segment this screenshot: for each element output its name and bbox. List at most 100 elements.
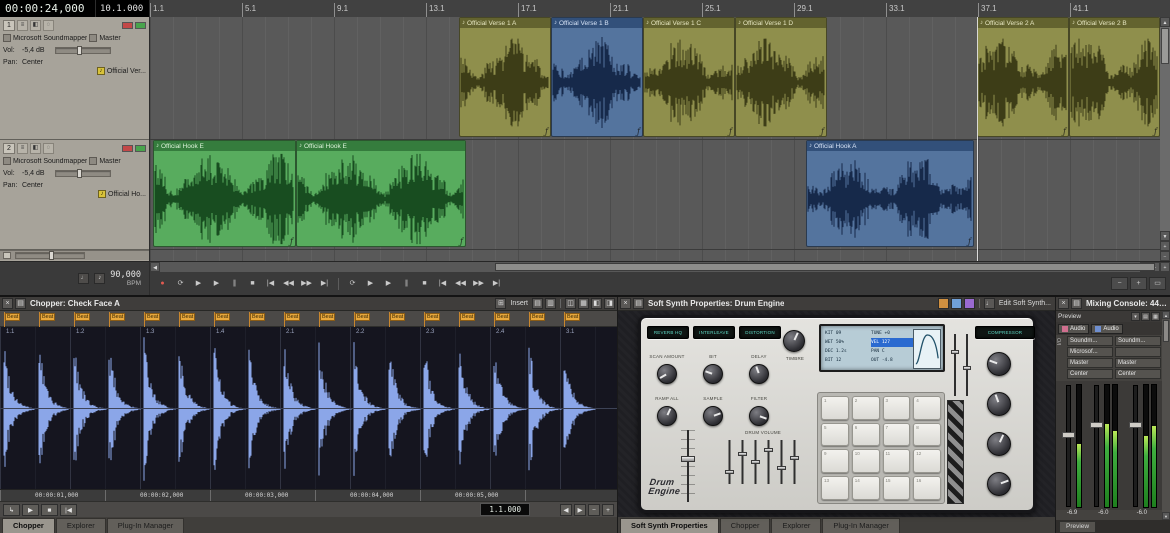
- track-envelope-icon[interactable]: ◌: [43, 20, 54, 31]
- vol-slider[interactable]: [55, 47, 111, 54]
- mixer-scroll-thumb[interactable]: [1163, 320, 1169, 342]
- track-zoom-out-icon[interactable]: −: [1160, 251, 1170, 261]
- ruler-mark[interactable]: 29.1: [794, 3, 813, 17]
- drum-volume-fader[interactable]: [725, 440, 734, 484]
- metronome-icon[interactable]: ♩: [78, 273, 89, 284]
- chopper-scroll-left-icon[interactable]: ◀: [560, 504, 572, 516]
- master-volume-fader[interactable]: [681, 430, 695, 502]
- play-button[interactable]: ▶: [208, 276, 225, 292]
- beat-marker-flag[interactable]: Beat: [39, 312, 40, 327]
- vertical-scroll-thumb[interactable]: [1161, 28, 1169, 64]
- pan-control[interactable]: Center: [1067, 369, 1113, 379]
- play-button[interactable]: ▶: [380, 276, 397, 292]
- track-zoom-in-icon[interactable]: +: [1160, 241, 1170, 251]
- compressor-knob[interactable]: [987, 352, 1011, 376]
- chopper-zoom-out-icon[interactable]: −: [588, 504, 600, 516]
- sample-knob[interactable]: [703, 406, 723, 426]
- beat-marker-flag[interactable]: Beat: [214, 312, 215, 327]
- drum-pad-9[interactable]: 9: [821, 449, 849, 473]
- track-paint-icon[interactable]: ◧: [30, 20, 41, 31]
- mixer-scrollbar[interactable]: ▲ ▼: [1162, 311, 1170, 520]
- channel-fader[interactable]: [1094, 385, 1099, 507]
- track-header[interactable]: 2 ≡ ◧ ◌ Microsoft Soundmapper Master: [0, 140, 149, 250]
- reverb-hq-button[interactable]: REVERB HQ: [647, 326, 689, 339]
- tab-chopper[interactable]: Chopper: [2, 518, 55, 533]
- drum-pad-13[interactable]: 13: [821, 476, 849, 500]
- track-options-button[interactable]: [3, 252, 11, 259]
- ruler-mark[interactable]: 33.1: [886, 3, 905, 17]
- ruler-mark[interactable]: 25.1: [702, 3, 721, 17]
- mute-button[interactable]: [122, 145, 133, 152]
- beat-marker-flag[interactable]: Beat: [284, 312, 285, 327]
- drum-pad-16[interactable]: 16: [913, 476, 941, 500]
- preview-fader[interactable]: [1066, 385, 1071, 507]
- scroll-left-icon[interactable]: ◀: [150, 262, 160, 272]
- drum-pad-10[interactable]: 10: [852, 449, 880, 473]
- compressor-knob[interactable]: [987, 472, 1011, 496]
- solo-icon[interactable]: [951, 298, 962, 309]
- bus-select[interactable]: Master: [99, 158, 120, 165]
- beat-marker-flag[interactable]: Beat: [494, 312, 495, 327]
- double-selection-icon[interactable]: ▦: [578, 298, 589, 309]
- freeze-icon[interactable]: [938, 298, 949, 309]
- filter-knob[interactable]: [749, 406, 769, 426]
- horizontal-scrollbar[interactable]: ◀ ▶ − +: [150, 262, 1170, 272]
- preview-strip-label[interactable]: Preview: [1059, 521, 1096, 533]
- bit-knob[interactable]: [703, 364, 723, 384]
- beat-marker-flag[interactable]: Beat: [144, 312, 145, 327]
- ruler-mark[interactable]: 17.1: [518, 3, 537, 17]
- play-from-start-button[interactable]: ▶: [190, 276, 207, 292]
- ruler-mark[interactable]: 1.1: [150, 3, 164, 17]
- drum-pad-2[interactable]: 2: [852, 396, 880, 420]
- pause-button[interactable]: ∥: [226, 276, 243, 292]
- clip[interactable]: ♪Official Hook Eƒ: [153, 140, 296, 247]
- shift-selection-right-icon[interactable]: ◨: [604, 298, 615, 309]
- horizontal-scroll-thumb[interactable]: [495, 263, 1155, 271]
- vertical-scrollbar[interactable]: ▲ ▼ + −: [1160, 17, 1170, 261]
- timeline[interactable]: ♪Official Verse 1 Aƒ♪Official Verse 1 Bƒ…: [150, 17, 1160, 261]
- tab-chopper[interactable]: Chopper: [720, 518, 771, 533]
- play-button[interactable]: ▶: [22, 504, 39, 516]
- track-lane[interactable]: ♪Official Verse 1 Aƒ♪Official Verse 1 Bƒ…: [150, 17, 1160, 140]
- clip[interactable]: ♪Official Verse 1 Bƒ: [551, 17, 643, 137]
- play-from-start-button[interactable]: ▶: [362, 276, 379, 292]
- delay-knob[interactable]: [749, 364, 769, 384]
- drum-pad-6[interactable]: 6: [852, 423, 880, 447]
- beat-position-display[interactable]: 10.1.000: [96, 0, 150, 17]
- time-zoom-in-icon[interactable]: +: [1160, 262, 1170, 272]
- device-select[interactable]: Soundm...: [1067, 336, 1113, 346]
- shift-selection-left-icon[interactable]: ◧: [591, 298, 602, 309]
- clip[interactable]: ♪Official Verse 2 Aƒ: [977, 17, 1069, 137]
- drum-volume-fader[interactable]: [777, 440, 786, 484]
- tab-plug-in-manager[interactable]: Plug-In Manager: [822, 518, 899, 533]
- beat-marker-flag[interactable]: Beat: [4, 312, 5, 327]
- bus-select[interactable]: Master: [99, 35, 120, 42]
- swing-icon[interactable]: ♪: [94, 273, 105, 284]
- chopper-scroll-right-icon[interactable]: ▶: [574, 504, 586, 516]
- drum-pad-5[interactable]: 5: [821, 423, 849, 447]
- audio-bus-chip[interactable]: Audio: [1058, 324, 1089, 334]
- beat-marker-flag[interactable]: Beat: [319, 312, 320, 327]
- device-select[interactable]: Microsoft Soundmapper: [13, 158, 87, 165]
- go-to-end-button[interactable]: ▶|: [316, 276, 333, 292]
- fx-icon[interactable]: [964, 298, 975, 309]
- views-icon[interactable]: ▾: [1131, 312, 1140, 321]
- beat-marker-flag[interactable]: Beat: [74, 312, 75, 327]
- insert-selection-button[interactable]: ↳: [3, 504, 20, 516]
- paint-clip-selector[interactable]: ♪ Official Ho...: [98, 190, 146, 198]
- track-height-slider[interactable]: [15, 252, 85, 259]
- device-select[interactable]: Microsoft Soundmapper: [13, 35, 87, 42]
- chopper-waveform[interactable]: 1.11.21.31.42.12.22.32.43.1: [0, 327, 617, 490]
- edit-soft-synth-button[interactable]: Edit Soft Synth...: [997, 300, 1053, 307]
- scroll-down-icon[interactable]: ▼: [1162, 512, 1170, 520]
- pan-control[interactable]: Center: [1115, 369, 1161, 379]
- previous-button[interactable]: ◀◀: [452, 276, 469, 292]
- clip[interactable]: ♪Official Hook Aƒ: [806, 140, 974, 247]
- solo-button[interactable]: [135, 145, 146, 152]
- beat-marker-flag[interactable]: Beat: [529, 312, 530, 327]
- grid-icon[interactable]: ▤: [1141, 312, 1150, 321]
- track-fx-icon[interactable]: ≡: [17, 20, 28, 31]
- stop-button[interactable]: ■: [244, 276, 261, 292]
- chopper-zoom-in-icon[interactable]: +: [602, 504, 614, 516]
- grid-icon[interactable]: ⊞: [495, 298, 506, 309]
